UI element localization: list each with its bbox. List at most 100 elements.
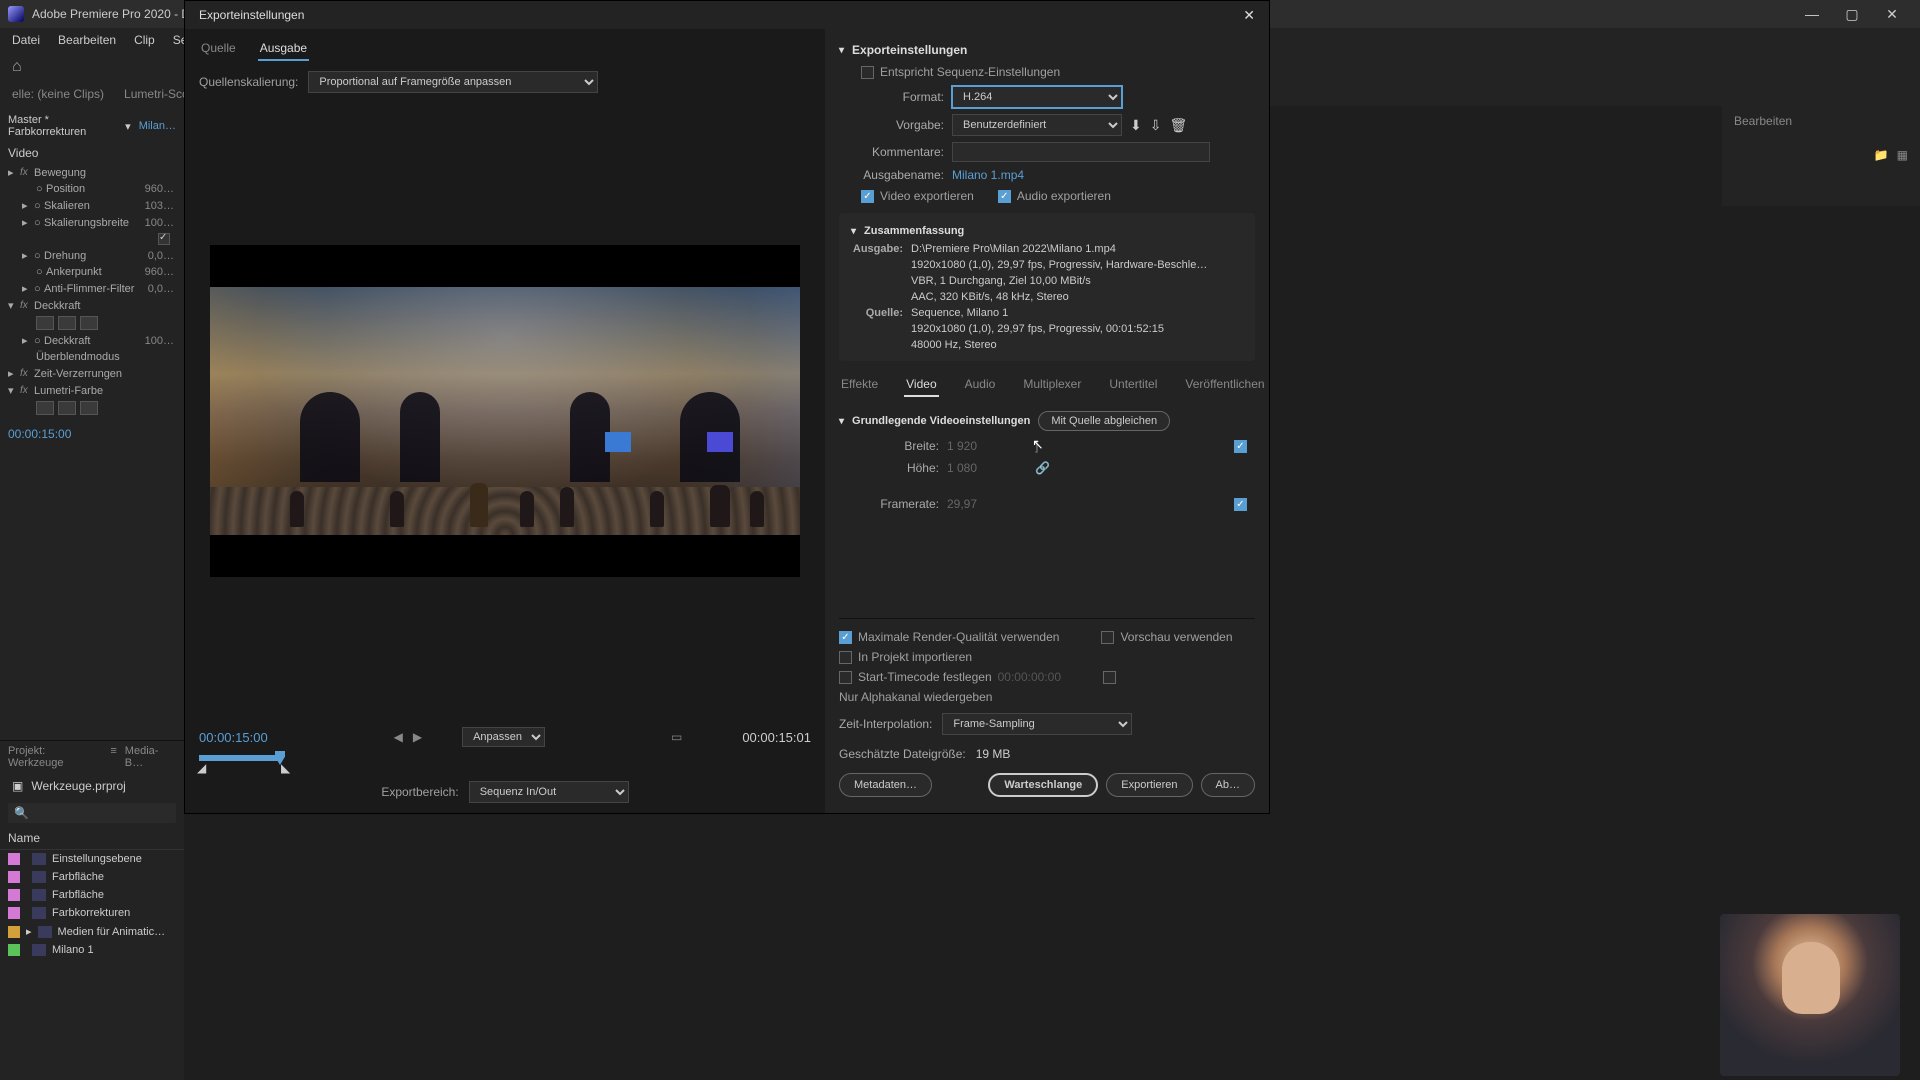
timebar-in-tc[interactable]: 00:00:15:00: [199, 730, 268, 745]
start-tc-label: Start-Timecode festlegen: [858, 670, 992, 684]
ec-deckkraft[interactable]: Deckkraft: [44, 335, 145, 347]
chevron-down-icon[interactable]: ▾: [125, 120, 131, 133]
close-window-button[interactable]: ✕: [1872, 6, 1912, 23]
queue-button[interactable]: Warteschlange: [988, 773, 1098, 797]
save-preset-icon[interactable]: ⬇: [1130, 117, 1142, 134]
ec-skalierungsbreite[interactable]: Skalierungsbreite: [44, 217, 145, 229]
match-sequence-label: Entspricht Sequenz-Einstellungen: [880, 65, 1060, 79]
proj-item[interactable]: Farbkorrekturen: [52, 907, 130, 919]
import-project-checkbox[interactable]: [839, 651, 852, 664]
ec-blend[interactable]: Überblendmodus: [36, 351, 176, 363]
ec-flimmer[interactable]: Anti-Flimmer-Filter: [44, 283, 148, 295]
time-interp-label: Zeit-Interpolation:: [839, 717, 932, 731]
start-tc-checkbox[interactable]: [839, 671, 852, 684]
export-range-select[interactable]: Sequenz In/Out: [469, 781, 629, 803]
output-name-link[interactable]: Milano 1.mp4: [952, 168, 1024, 182]
fit-select[interactable]: Anpassen: [462, 727, 545, 747]
project-tab[interactable]: Projekt: Werkzeuge: [8, 745, 102, 769]
ec-skalieren[interactable]: Skalieren: [44, 200, 145, 212]
right-tab-bearbeiten[interactable]: Bearbeiten: [1722, 106, 1920, 136]
out-point-marker[interactable]: ◣: [281, 761, 290, 775]
export-preview[interactable]: [210, 245, 800, 577]
media-browser-tab[interactable]: Media-B…: [125, 745, 176, 769]
dialog-title: Exporteinstellungen: [199, 8, 304, 22]
uniform-scale-checkbox[interactable]: [158, 233, 170, 245]
folder-icon[interactable]: 📁: [1874, 148, 1889, 162]
export-video-checkbox[interactable]: [861, 190, 874, 203]
source-scaling-select[interactable]: Proportional auf Framegröße anpassen: [308, 71, 598, 93]
step-back-icon[interactable]: ◀: [394, 730, 403, 744]
webcam-overlay: [1720, 914, 1900, 1076]
home-icon[interactable]: ⌂: [12, 58, 22, 76]
framerate-match-checkbox[interactable]: [1234, 498, 1247, 511]
ec-bewegung[interactable]: Bewegung: [34, 167, 176, 179]
tab-untertitel[interactable]: Untertitel: [1107, 373, 1159, 397]
mask-pen-icon[interactable]: [80, 401, 98, 415]
step-forward-icon[interactable]: ▶: [413, 730, 422, 744]
chevron-down-icon[interactable]: ▾: [839, 45, 844, 56]
link-icon[interactable]: 🔗: [1035, 461, 1050, 475]
project-col-name[interactable]: Name: [0, 827, 184, 850]
mask-rect-icon[interactable]: [58, 401, 76, 415]
ec-clip-link[interactable]: Milan…: [139, 120, 176, 132]
height-value[interactable]: 1 080: [947, 461, 1007, 475]
proj-item[interactable]: Milano 1: [52, 944, 94, 956]
framerate-value[interactable]: 29,97: [947, 497, 1007, 511]
import-preset-icon[interactable]: ⇩: [1150, 117, 1162, 134]
timebar-track[interactable]: ◢ ◣: [199, 753, 811, 773]
comments-input[interactable]: [952, 142, 1210, 162]
preset-select[interactable]: Benutzerdefiniert: [952, 114, 1122, 136]
ec-playhead-tc[interactable]: 00:00:15:00: [0, 421, 184, 447]
ec-zeit[interactable]: Zeit-Verzerrungen: [34, 368, 176, 380]
tab-veroeffentlichen[interactable]: Veröffentlichen: [1183, 373, 1266, 397]
maximize-button[interactable]: ▢: [1832, 6, 1872, 23]
tab-multiplexer[interactable]: Multiplexer: [1021, 373, 1083, 397]
match-sequence-checkbox[interactable]: [861, 66, 874, 79]
ec-position[interactable]: Position: [46, 183, 145, 195]
metadata-button[interactable]: Metadaten…: [839, 773, 932, 797]
mask-ellipse-icon[interactable]: [36, 316, 54, 330]
proj-item[interactable]: Medien für Animatic…: [58, 926, 166, 938]
in-point-marker[interactable]: ◢: [197, 761, 206, 775]
export-audio-checkbox[interactable]: [998, 190, 1011, 203]
aspect-ratio-icon[interactable]: ▭: [671, 730, 682, 744]
mask-rect-icon[interactable]: [58, 316, 76, 330]
proj-item[interactable]: Einstellungsebene: [52, 853, 142, 865]
width-match-checkbox[interactable]: [1234, 440, 1247, 453]
source-panel-tab[interactable]: elle: (keine Clips): [12, 87, 104, 101]
export-audio-label: Audio exportieren: [1017, 189, 1111, 203]
chevron-right-icon[interactable]: ▸: [26, 925, 32, 938]
alpha-only-checkbox[interactable]: [1103, 671, 1116, 684]
scale-label: Quellenskalierung:: [199, 75, 298, 89]
panel-icon[interactable]: ▦: [1897, 148, 1908, 162]
tab-effekte[interactable]: Effekte: [839, 373, 880, 397]
delete-preset-icon[interactable]: 🗑: [1169, 117, 1187, 134]
project-search-input[interactable]: 🔍: [8, 803, 176, 823]
ec-drehung[interactable]: Drehung: [44, 250, 148, 262]
close-icon[interactable]: ✕: [1243, 7, 1255, 24]
menu-bearbeiten[interactable]: Bearbeiten: [58, 33, 116, 47]
cancel-button[interactable]: Ab…: [1201, 773, 1255, 797]
match-source-button[interactable]: Mit Quelle abgleichen: [1038, 411, 1170, 431]
tab-quelle[interactable]: Quelle: [199, 37, 238, 61]
menu-datei[interactable]: Datei: [12, 33, 40, 47]
tab-ausgabe[interactable]: Ausgabe: [258, 37, 309, 61]
ec-ankerpunkt[interactable]: Ankerpunkt: [46, 266, 145, 278]
menu-clip[interactable]: Clip: [134, 33, 155, 47]
timebar-out-tc: 00:00:15:01: [742, 730, 811, 745]
max-render-quality-checkbox[interactable]: [839, 631, 852, 644]
ec-lumetri[interactable]: Lumetri-Farbe: [34, 385, 176, 397]
use-preview-checkbox[interactable]: [1101, 631, 1114, 644]
proj-item[interactable]: Farbfläche: [52, 889, 104, 901]
proj-item[interactable]: Farbfläche: [52, 871, 104, 883]
minimize-button[interactable]: —: [1792, 6, 1832, 22]
export-button[interactable]: Exportieren: [1106, 773, 1192, 797]
mask-ellipse-icon[interactable]: [36, 401, 54, 415]
format-select[interactable]: H.264: [952, 86, 1122, 108]
tab-audio[interactable]: Audio: [963, 373, 998, 397]
tab-video[interactable]: Video: [904, 373, 938, 397]
width-value[interactable]: 1 920: [947, 439, 1007, 453]
mask-pen-icon[interactable]: [80, 316, 98, 330]
ec-deckkraft-hdr[interactable]: Deckkraft: [34, 300, 176, 312]
time-interp-select[interactable]: Frame-Sampling: [942, 713, 1132, 735]
